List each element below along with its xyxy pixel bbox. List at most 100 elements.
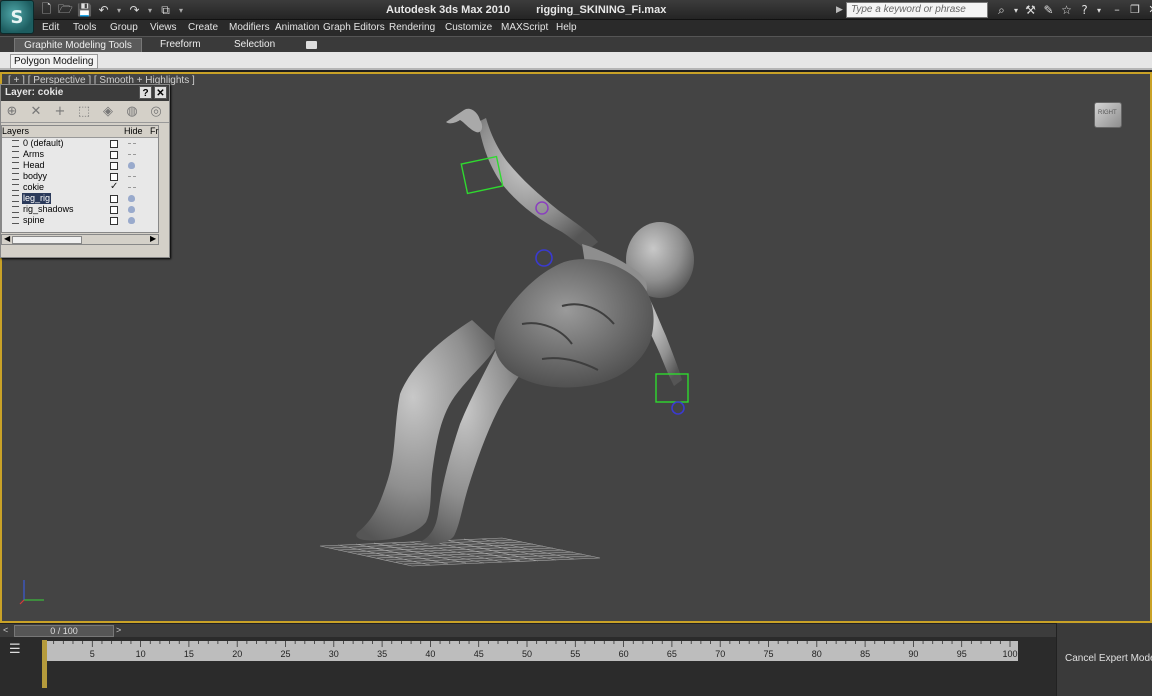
- communication-center-icon[interactable]: ⚒: [1023, 2, 1038, 18]
- tab-graphite-modeling-tools[interactable]: Graphite Modeling Tools: [14, 38, 142, 53]
- layer-name[interactable]: rig_shadows: [22, 204, 75, 215]
- menu-rendering[interactable]: Rendering: [389, 22, 435, 33]
- freeze-all-layers-icon[interactable]: ◎: [147, 103, 165, 121]
- layer-row[interactable]: leg_rig: [2, 193, 158, 204]
- layer-name[interactable]: cokie: [22, 182, 45, 193]
- freeze-toggle[interactable]: [128, 217, 135, 224]
- freeze-toggle[interactable]: [128, 162, 135, 169]
- create-layer-icon[interactable]: ⊕: [3, 103, 21, 121]
- scroll-thumb[interactable]: [12, 236, 82, 244]
- column-layers[interactable]: Layers: [2, 126, 29, 136]
- track-bar[interactable]: ☰ 5 10 15 20 25 30 35 40 45 50 55 60 65 70 75 80 85 90 95 1…: [0, 637, 1056, 696]
- hide-all-layers-icon[interactable]: ◍: [123, 103, 141, 121]
- column-hide[interactable]: Hide: [124, 126, 143, 136]
- hide-toggle[interactable]: [110, 151, 118, 159]
- menu-modifiers[interactable]: Modifiers: [229, 22, 270, 33]
- undo-dropdown-icon[interactable]: ▾: [114, 2, 124, 18]
- close-button[interactable]: ✕: [154, 86, 167, 99]
- layer-row[interactable]: 0 (default): [2, 138, 158, 149]
- menu-group[interactable]: Group: [110, 22, 138, 33]
- hide-toggle[interactable]: [110, 195, 118, 203]
- quick-access-dropdown-icon[interactable]: ▾: [176, 2, 186, 18]
- hide-toggle[interactable]: [110, 140, 118, 148]
- time-slider[interactable]: < 0 / 100 >: [0, 623, 1056, 637]
- menu-graph-editors[interactable]: Graph Editors: [323, 22, 385, 33]
- menu-help[interactable]: Help: [556, 22, 577, 33]
- subscription-icon[interactable]: ✎: [1041, 2, 1056, 18]
- delete-layer-icon[interactable]: ✕: [27, 103, 45, 121]
- column-freeze[interactable]: Fr: [150, 126, 159, 136]
- menu-tools[interactable]: Tools: [73, 22, 96, 33]
- help-dropdown-icon[interactable]: ▾: [1095, 2, 1103, 18]
- hide-toggle[interactable]: [110, 206, 118, 214]
- help-icon[interactable]: ?: [1077, 2, 1092, 18]
- layer-row[interactable]: spine: [2, 215, 158, 226]
- project-folder-icon[interactable]: ⧉: [157, 2, 174, 18]
- layer-name[interactable]: 0 (default): [22, 138, 65, 149]
- save-icon[interactable]: 💾: [76, 2, 93, 18]
- layer-row[interactable]: cokie: [2, 181, 158, 193]
- ribbon-minimize-toggle[interactable]: [306, 41, 317, 49]
- layer-row[interactable]: bodyy: [2, 171, 158, 182]
- search-input[interactable]: Type a keyword or phrase: [846, 2, 988, 18]
- tab-selection[interactable]: Selection: [226, 38, 283, 53]
- application-button[interactable]: S: [0, 0, 34, 34]
- time-slider-prev-icon[interactable]: <: [3, 625, 8, 635]
- viewcube[interactable]: RIGHT: [1094, 102, 1122, 128]
- freeze-toggle[interactable]: [128, 154, 136, 155]
- scroll-right-icon[interactable]: ▶: [150, 234, 156, 243]
- freeze-toggle[interactable]: [128, 176, 136, 177]
- menu-customize[interactable]: Customize: [445, 22, 492, 33]
- minimize-icon[interactable]: –: [1110, 2, 1124, 16]
- freeze-toggle[interactable]: [128, 187, 136, 188]
- perspective-viewport[interactable]: [ + ] [ Perspective ] [ Smooth + Highlig…: [0, 72, 1152, 623]
- menu-views[interactable]: Views: [150, 22, 177, 33]
- hide-toggle[interactable]: [110, 217, 118, 225]
- panel-polygon-modeling[interactable]: Polygon Modeling: [10, 54, 98, 69]
- layer-row[interactable]: rig_shadows: [2, 204, 158, 215]
- layer-row[interactable]: Arms: [2, 149, 158, 160]
- time-slider-thumb[interactable]: 0 / 100: [14, 625, 114, 637]
- layer-name[interactable]: bodyy: [22, 171, 48, 182]
- favorites-star-icon[interactable]: ☆: [1059, 2, 1074, 18]
- hide-toggle[interactable]: [110, 173, 118, 181]
- freeze-toggle[interactable]: [128, 206, 135, 213]
- viewport-scene[interactable]: [2, 74, 1150, 621]
- highlight-selected-icon[interactable]: ◈: [99, 103, 117, 121]
- undo-icon[interactable]: ↶: [95, 2, 112, 18]
- infocenter-toolbar: ⌕ ▾ ⚒ ✎ ☆ ? ▾: [994, 2, 1103, 18]
- layer-name[interactable]: Arms: [22, 149, 45, 160]
- current-frame-marker[interactable]: [42, 640, 47, 688]
- tab-freeform[interactable]: Freeform: [152, 38, 209, 53]
- hide-toggle[interactable]: [110, 181, 118, 192]
- layer-list-scrollbar[interactable]: ◀ ▶: [1, 234, 159, 245]
- menu-edit[interactable]: Edit: [42, 22, 59, 33]
- layer-name[interactable]: Head: [22, 160, 46, 171]
- time-slider-next-icon[interactable]: >: [116, 625, 121, 635]
- hide-toggle[interactable]: [110, 162, 118, 170]
- layer-name[interactable]: leg_rig: [22, 193, 52, 204]
- layer-manager-titlebar[interactable]: Layer: cokie ? ✕: [1, 85, 169, 101]
- character-mesh[interactable]: [356, 108, 694, 544]
- search-expand-icon[interactable]: ▶: [836, 4, 843, 15]
- layer-row[interactable]: Head: [2, 160, 158, 171]
- restore-icon[interactable]: ❐: [1128, 2, 1142, 16]
- redo-dropdown-icon[interactable]: ▾: [145, 2, 155, 18]
- cancel-expert-mode-button[interactable]: Cancel Expert Mode: [1065, 653, 1152, 664]
- select-in-layer-icon[interactable]: ⬚: [75, 103, 93, 121]
- help-button[interactable]: ?: [139, 86, 152, 99]
- menu-animation[interactable]: Animation: [275, 22, 319, 33]
- binoculars-icon[interactable]: ⌕: [994, 2, 1009, 18]
- freeze-toggle[interactable]: [128, 143, 136, 144]
- layer-name[interactable]: spine: [22, 215, 46, 226]
- menu-maxscript[interactable]: MAXScript: [501, 22, 548, 33]
- new-file-icon[interactable]: 🗋: [38, 2, 55, 18]
- add-to-layer-icon[interactable]: +: [51, 103, 69, 121]
- freeze-toggle[interactable]: [128, 195, 135, 202]
- scroll-left-icon[interactable]: ◀: [4, 234, 10, 243]
- menu-create[interactable]: Create: [188, 22, 218, 33]
- infocenter-dropdown-icon[interactable]: ▾: [1012, 2, 1020, 18]
- close-icon[interactable]: ✕: [1146, 2, 1152, 16]
- open-file-icon[interactable]: 🗁: [57, 2, 74, 18]
- redo-icon[interactable]: ↷: [126, 2, 143, 18]
